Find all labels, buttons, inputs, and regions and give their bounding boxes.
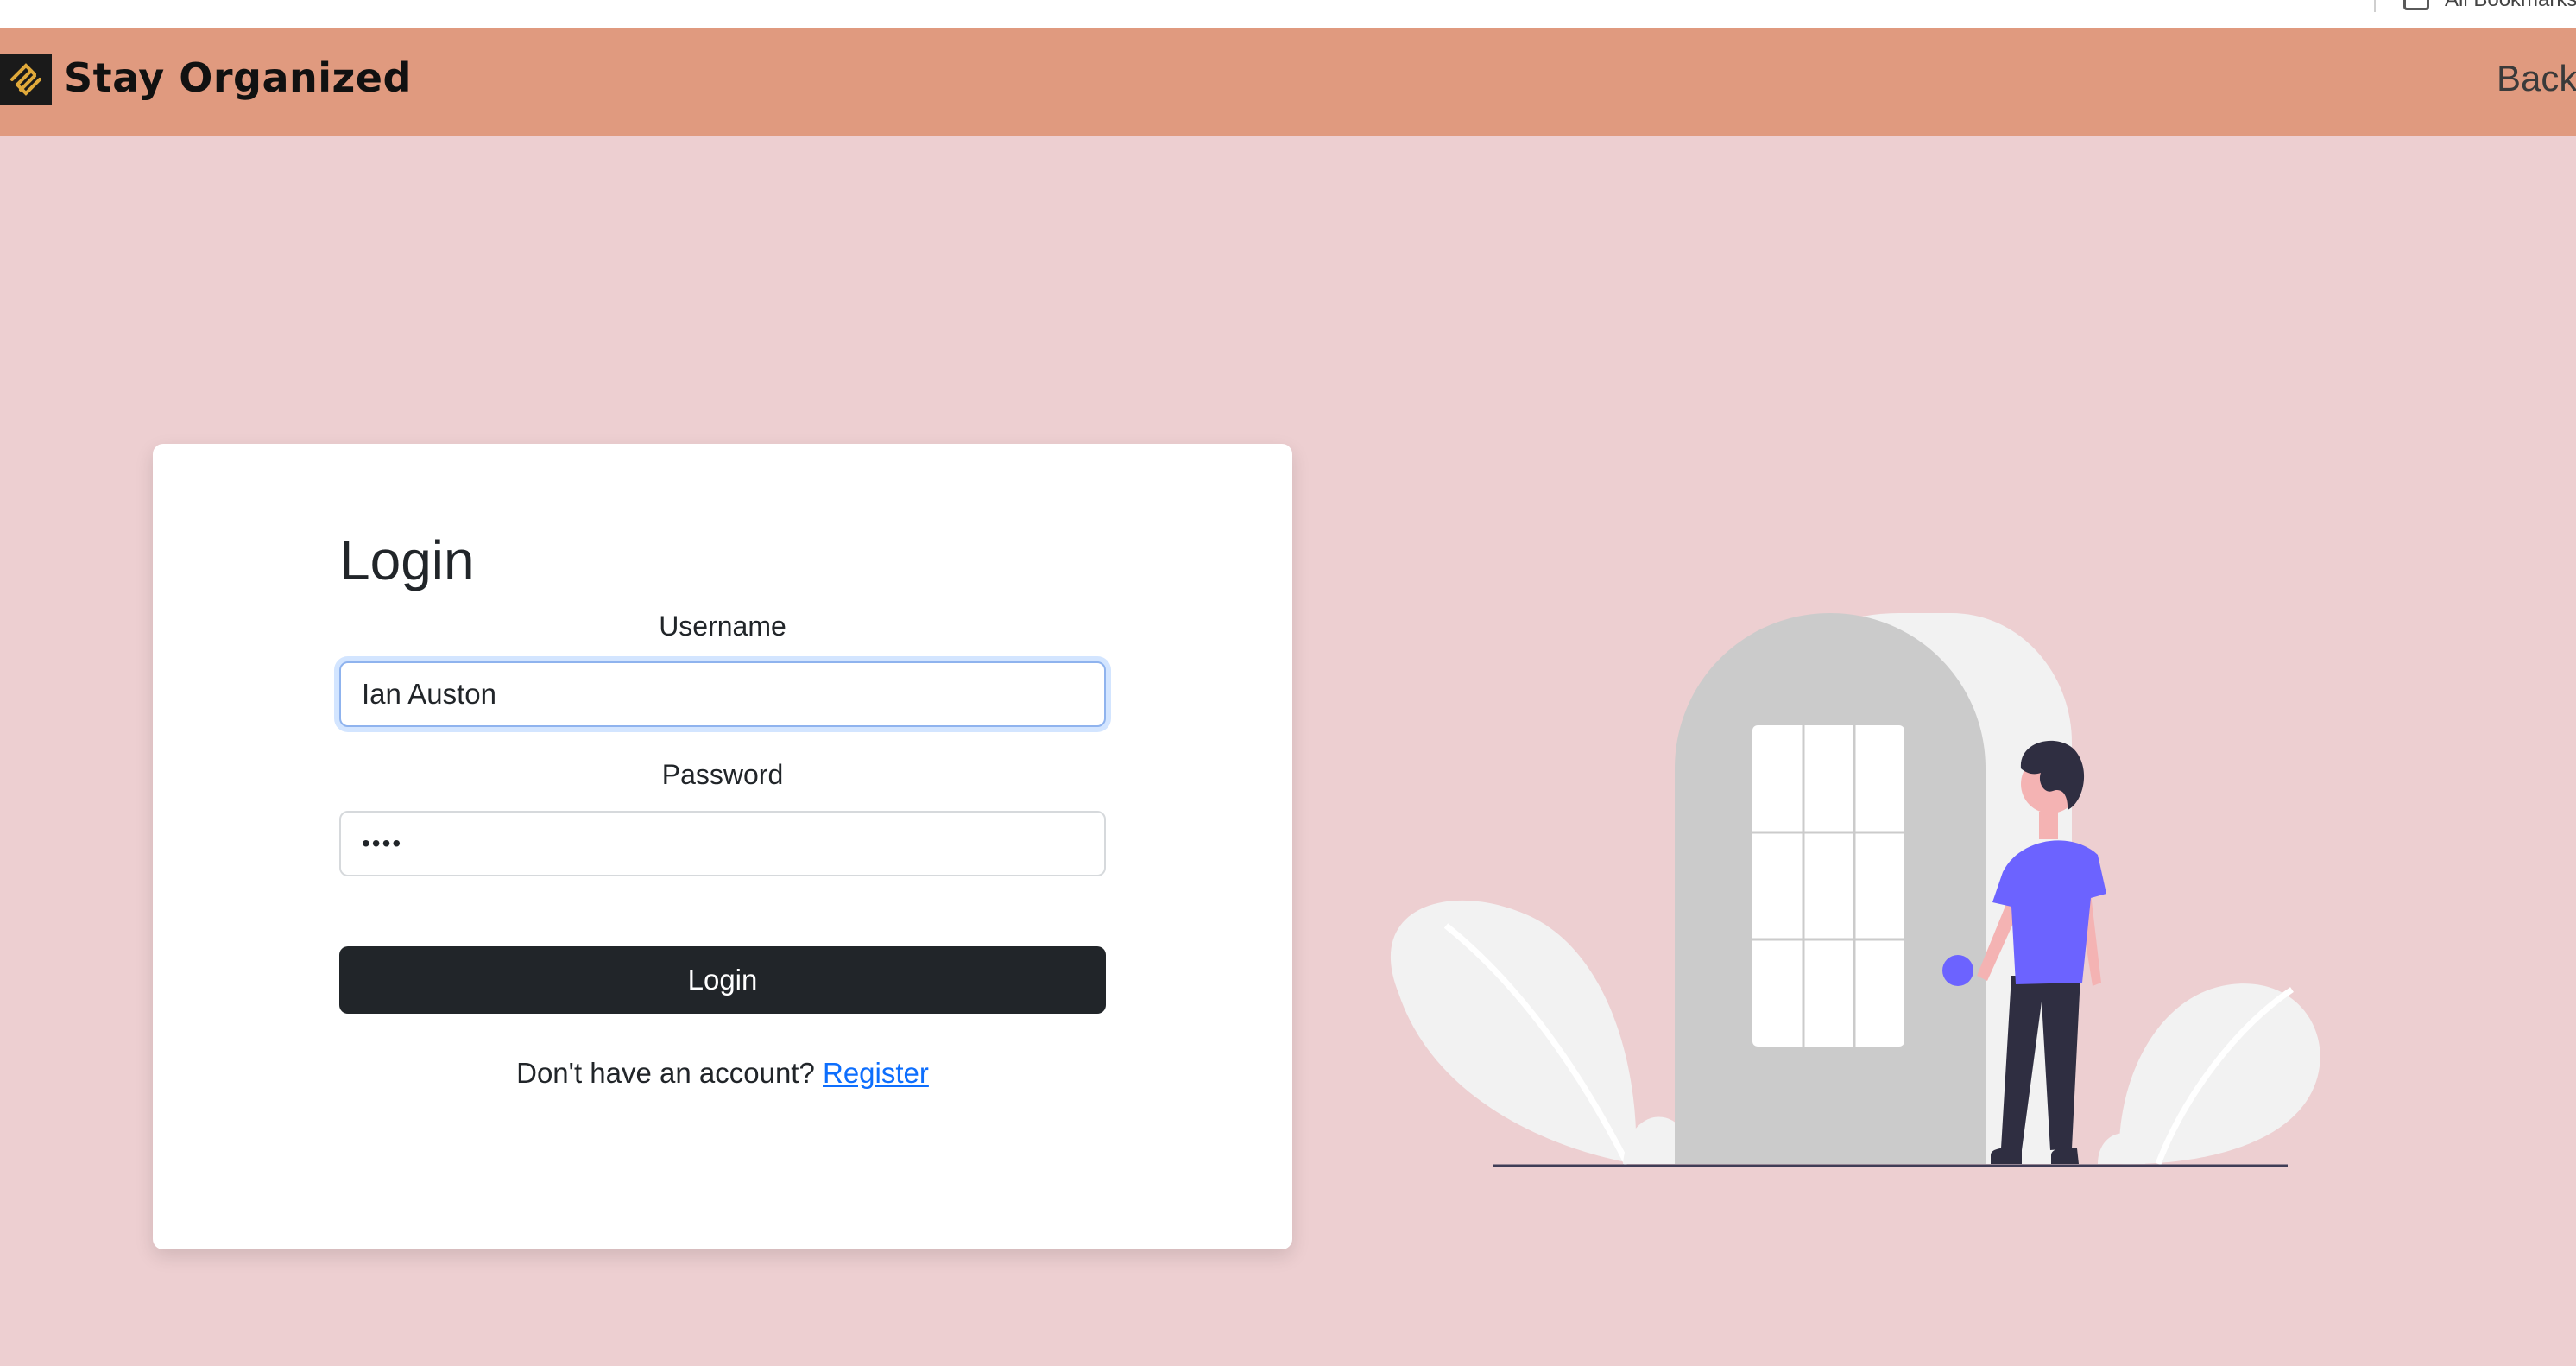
- login-title: Login: [339, 529, 475, 591]
- diagonal-stripes-logo-icon[interactable]: [0, 54, 52, 105]
- brand-title[interactable]: Stay Organized: [64, 54, 412, 101]
- username-label: Username: [659, 610, 786, 642]
- login-button[interactable]: Login: [339, 946, 1106, 1014]
- bookmarks-divider: [2374, 0, 2376, 12]
- app-header: Stay Organized Back: [0, 28, 2576, 136]
- register-link[interactable]: Register: [823, 1057, 929, 1089]
- back-link[interactable]: Back: [2497, 58, 2576, 99]
- browser-bookmarks-bar: All Bookmarks: [0, 0, 2576, 28]
- register-row: Don't have an account? Register: [339, 1057, 1106, 1090]
- password-label: Password: [661, 759, 784, 790]
- login-card: Login Username Password Login Don't have…: [153, 444, 1292, 1249]
- folder-icon[interactable]: [2403, 0, 2429, 10]
- person-at-door-illustration: [1381, 596, 2339, 1174]
- all-bookmarks-label[interactable]: All Bookmarks: [2445, 0, 2576, 12]
- password-input[interactable]: [339, 811, 1106, 876]
- username-input[interactable]: [339, 661, 1106, 727]
- register-prompt: Don't have an account?: [516, 1057, 815, 1089]
